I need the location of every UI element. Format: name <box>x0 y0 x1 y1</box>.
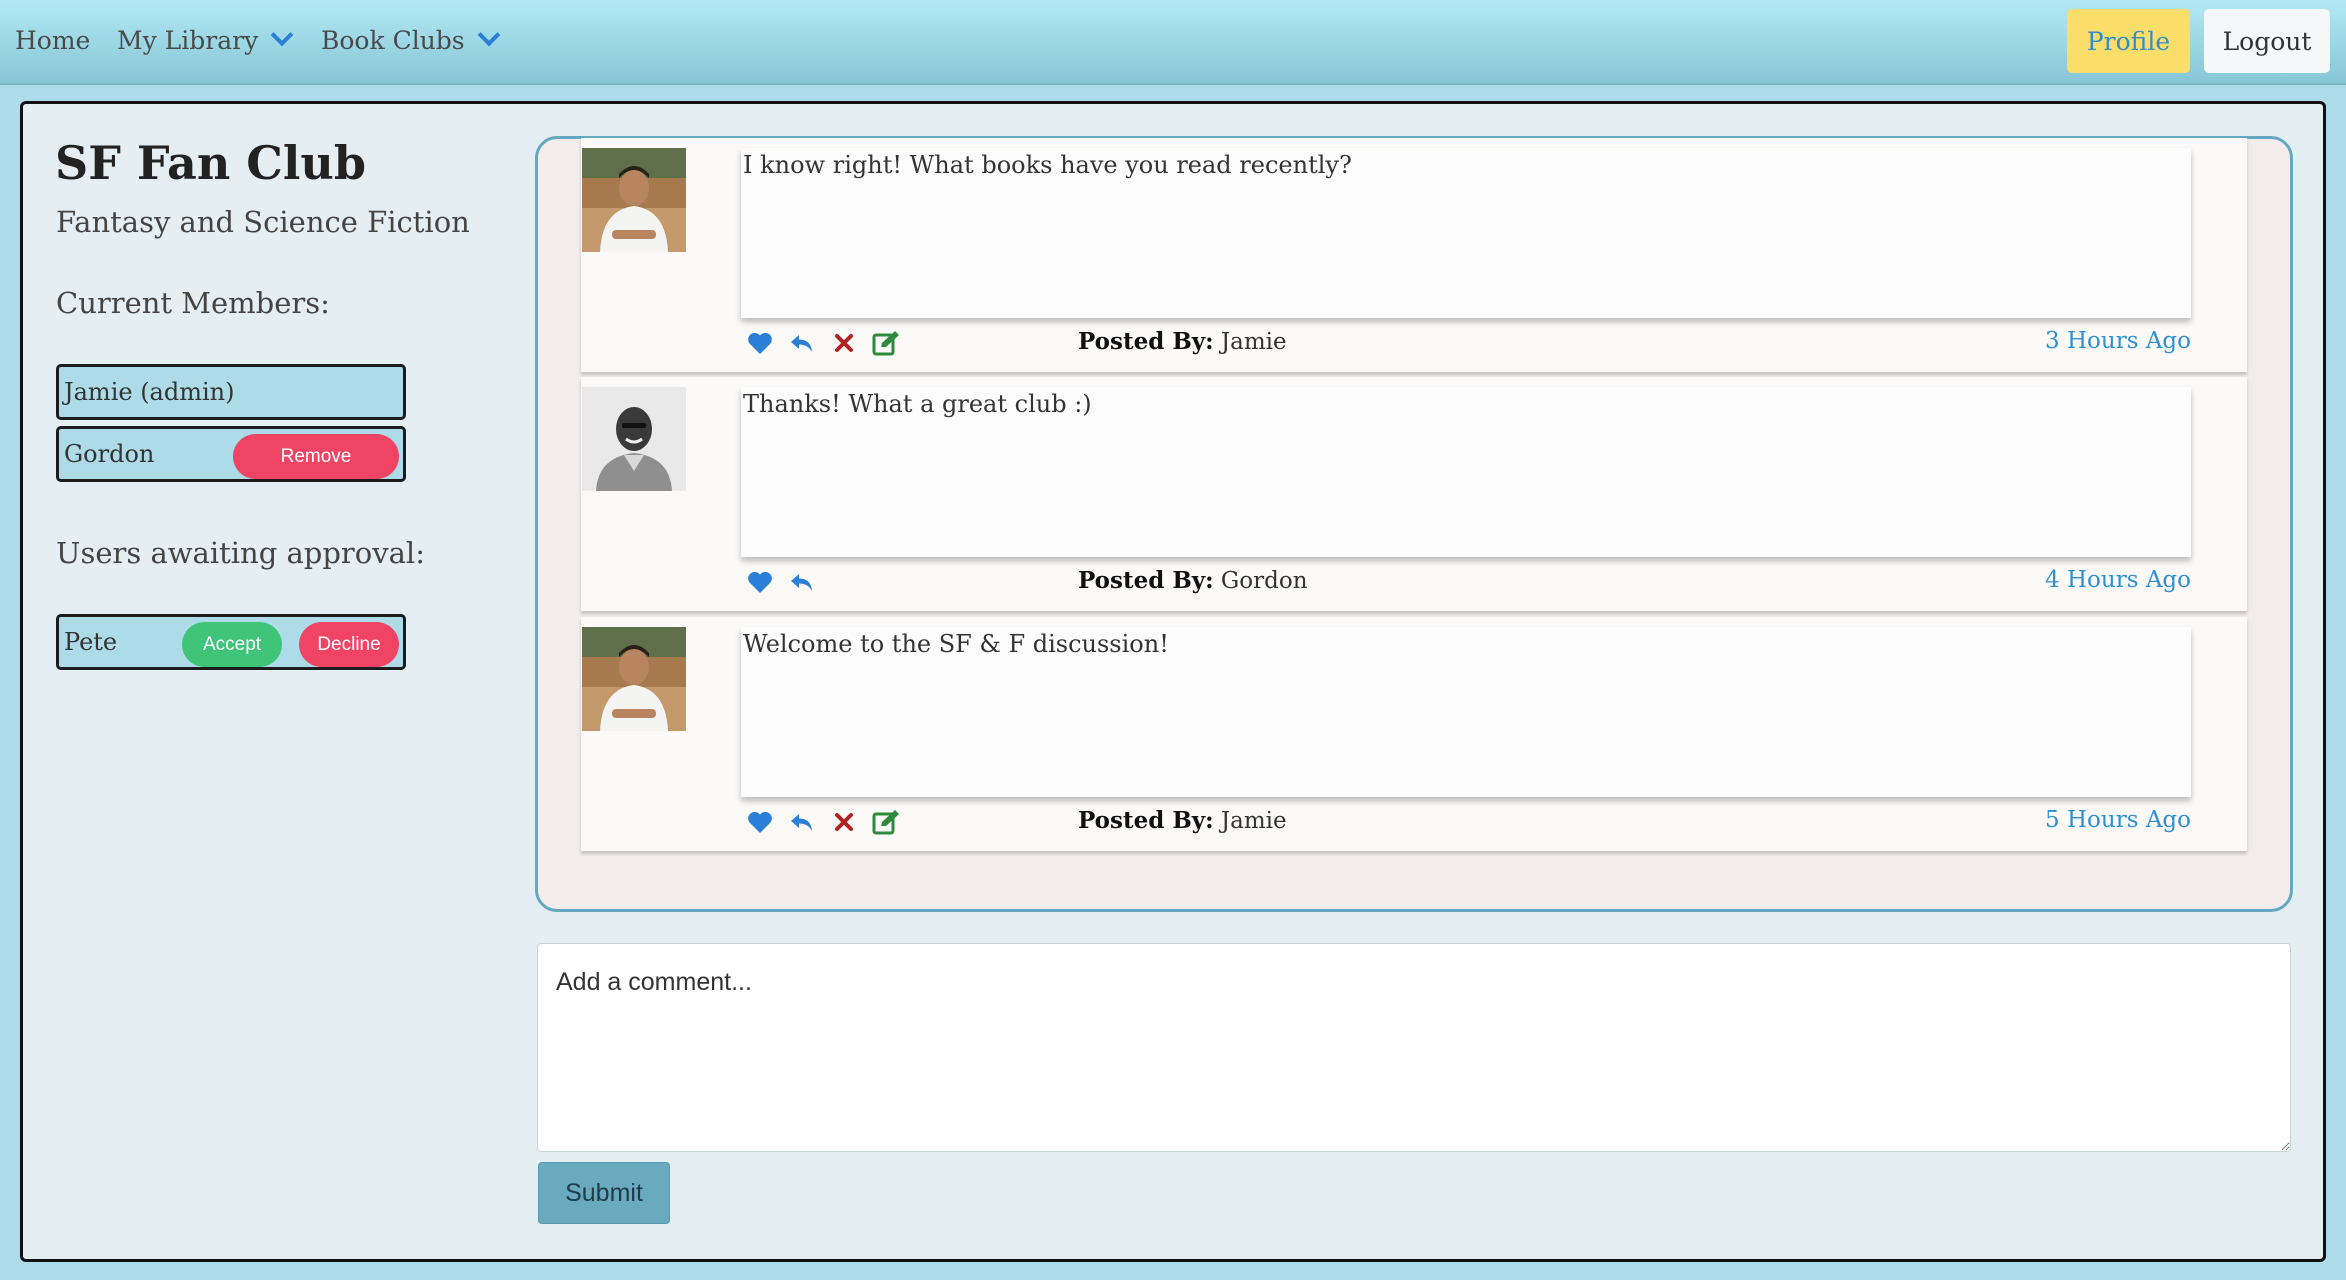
comment-timestamp[interactable]: 5 Hours Ago <box>2045 807 2191 833</box>
awaiting-approval-heading: Users awaiting approval: <box>56 536 425 570</box>
comment-text: Thanks! What a great club :) <box>741 387 2191 557</box>
reply-icon[interactable] <box>788 329 816 357</box>
comment-actions <box>746 328 900 358</box>
reply-icon[interactable] <box>788 568 816 596</box>
comment-timestamp[interactable]: 3 Hours Ago <box>2045 328 2191 354</box>
avatar <box>582 148 686 252</box>
chevron-down-icon <box>477 23 500 47</box>
posted-by: Posted By: Jamie <box>1078 807 1287 834</box>
nav-home-link[interactable]: Home <box>15 26 90 55</box>
comment-author: Jamie <box>1220 329 1287 355</box>
comment-card: Welcome to the SF & F discussion! Posted… <box>581 617 2247 851</box>
pending-user-item: Pete Accept Decline <box>56 614 406 670</box>
comment-author: Jamie <box>1220 808 1287 834</box>
profile-button[interactable]: Profile <box>2067 9 2190 73</box>
member-name: Gordon <box>64 440 155 468</box>
posted-by-label: Posted By: <box>1078 807 1214 834</box>
decline-button[interactable]: Decline <box>299 622 399 667</box>
pending-user-name: Pete <box>64 628 118 656</box>
avatar <box>582 627 686 731</box>
top-navbar: Home My Library Book Clubs Profile Logou… <box>0 0 2346 85</box>
reply-icon[interactable] <box>788 808 816 836</box>
add-comment-textarea[interactable] <box>537 943 2291 1152</box>
edit-icon[interactable] <box>872 329 900 357</box>
comment-card: Thanks! What a great club :) Posted By: … <box>581 377 2247 611</box>
current-members-heading: Current Members: <box>56 286 330 320</box>
comment-timestamp[interactable]: 4 Hours Ago <box>2045 567 2191 593</box>
delete-icon[interactable] <box>830 329 858 357</box>
club-title: SF Fan Club <box>55 136 366 190</box>
nav-my-library-dropdown[interactable]: My Library <box>117 23 294 55</box>
heart-icon[interactable] <box>746 568 774 596</box>
remove-member-button[interactable]: Remove <box>233 434 399 479</box>
avatar <box>582 387 686 491</box>
club-subtitle: Fantasy and Science Fiction <box>56 205 470 239</box>
accept-button[interactable]: Accept <box>182 622 282 667</box>
nav-book-clubs-dropdown[interactable]: Book Clubs <box>321 23 500 55</box>
comment-text: Welcome to the SF & F discussion! <box>741 627 2191 797</box>
comment-actions <box>746 807 900 837</box>
comment-actions <box>746 567 816 597</box>
posted-by-label: Posted By: <box>1078 567 1214 594</box>
heart-icon[interactable] <box>746 808 774 836</box>
comment-card: I know right! What books have you read r… <box>581 138 2247 372</box>
nav-my-library-label: My Library <box>117 26 259 55</box>
chevron-down-icon <box>270 23 294 47</box>
delete-icon[interactable] <box>830 808 858 836</box>
edit-icon[interactable] <box>872 808 900 836</box>
nav-book-clubs-label: Book Clubs <box>321 26 465 55</box>
posted-by-label: Posted By: <box>1078 328 1214 355</box>
member-item: Jamie (admin) <box>56 364 406 420</box>
comment-text: I know right! What books have you read r… <box>741 148 2191 318</box>
member-name: Jamie (admin) <box>64 378 235 406</box>
posted-by: Posted By: Jamie <box>1078 328 1287 355</box>
comment-author: Gordon <box>1220 568 1308 594</box>
submit-button[interactable]: Submit <box>538 1162 670 1224</box>
member-item: Gordon Remove <box>56 426 406 482</box>
posted-by: Posted By: Gordon <box>1078 567 1308 594</box>
heart-icon[interactable] <box>746 329 774 357</box>
logout-button[interactable]: Logout <box>2204 9 2330 73</box>
